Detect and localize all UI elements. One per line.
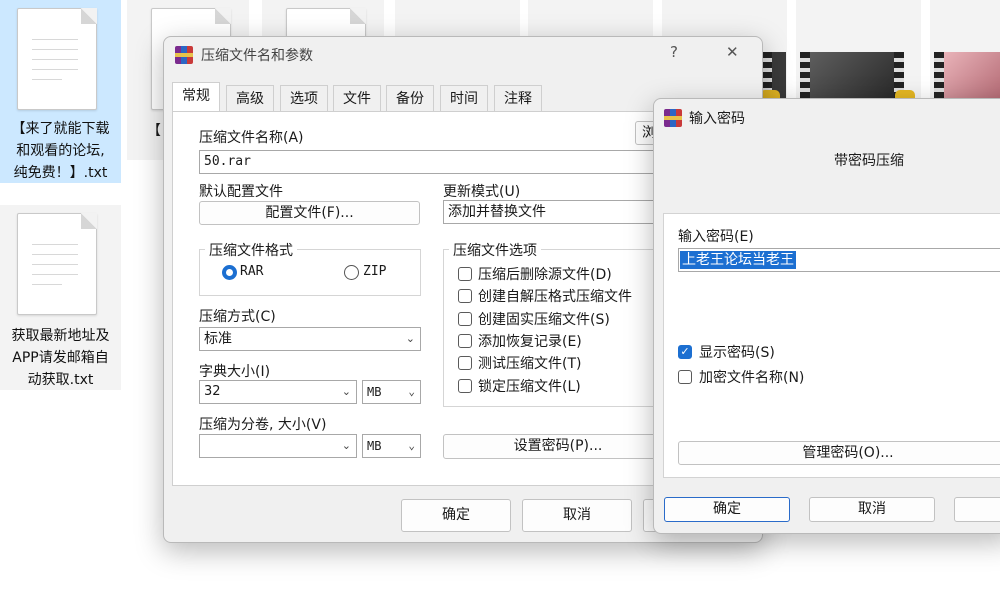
tab-backup[interactable]: 备份 (386, 85, 434, 112)
password-dialog-heading: 带密码压缩 (834, 153, 904, 169)
archive-options-title: 压缩文件选项 (449, 240, 541, 260)
chevron-down-icon: ⌄ (341, 385, 351, 398)
help-icon[interactable]: ? (670, 43, 678, 61)
video-frame (944, 52, 1000, 98)
option-checkbox[interactable] (458, 289, 472, 303)
video-thumbnail[interactable] (528, 0, 653, 40)
compression-method-select[interactable]: 标准 ⌄ (199, 327, 421, 351)
split-volumes-select[interactable]: ⌄ (199, 434, 357, 458)
tab-comment[interactable]: 注释 (494, 85, 542, 112)
text-file-icon (17, 8, 97, 110)
set-password-button[interactable]: 设置密码(P)... (443, 434, 673, 459)
ok-button[interactable]: 确定 (401, 499, 511, 532)
tab-options[interactable]: 选项 (280, 85, 328, 112)
show-password-label: 显示密码(S) (699, 345, 775, 361)
compression-method-label: 压缩方式(C) (199, 309, 276, 325)
encrypt-names-checkbox[interactable] (678, 370, 692, 384)
option-checkbox[interactable] (458, 312, 472, 326)
chevron-down-icon: ⌄ (408, 385, 415, 398)
update-mode-label: 更新模式(U) (443, 184, 521, 200)
winrar-icon (175, 46, 193, 64)
show-password-checkbox[interactable]: ✓ (678, 345, 692, 359)
update-mode-select[interactable]: 添加并替换文件 (443, 200, 668, 224)
chevron-down-icon: ⌄ (405, 332, 415, 345)
manage-passwords-button[interactable]: 管理密码(O)... (678, 441, 1000, 465)
option-checkbox[interactable] (458, 379, 472, 393)
file-label: 获取最新地址及 APP请发邮箱自 动获取.txt (11, 328, 110, 388)
compression-method-value: 标准 (204, 331, 232, 347)
dictionary-size-label: 字典大小(I) (199, 364, 271, 380)
tab-files[interactable]: 文件 (333, 85, 381, 112)
password-label: 输入密码(E) (678, 229, 754, 245)
file-label-partial: 【 (147, 123, 161, 139)
dictionary-unit-value: MB (367, 385, 382, 399)
password-selected-text: 上老王论坛当老王 (680, 251, 796, 269)
file-tile-forum-txt[interactable]: 【来了就能下载 和观看的论坛, 纯免费！】.txt (0, 0, 121, 183)
format-rar-radio[interactable] (222, 265, 237, 280)
film-strip-icon (934, 52, 944, 98)
option-label: 测试压缩文件(T) (478, 356, 582, 372)
format-zip-radio[interactable] (344, 265, 359, 280)
winrar-icon (664, 109, 682, 127)
option-checkbox[interactable] (458, 267, 472, 281)
password-ok-button[interactable]: 确定 (664, 497, 790, 522)
password-dialog-title: 输入密码 (689, 111, 745, 127)
tab-general[interactable]: 常规 (172, 82, 220, 112)
cancel-button[interactable]: 取消 (522, 499, 632, 532)
option-checkbox[interactable] (458, 334, 472, 348)
close-icon[interactable]: ✕ (726, 43, 739, 61)
dictionary-unit-select[interactable]: MB ⌄ (362, 380, 421, 404)
option-label: 压缩后删除源文件(D) (478, 267, 612, 283)
dialog-title: 压缩文件名和参数 (201, 48, 313, 64)
option-label: 添加恢复记录(E) (478, 334, 582, 350)
profile-label: 默认配置文件 (199, 184, 283, 200)
text-file-icon (17, 213, 97, 315)
password-cancel-button[interactable]: 取消 (809, 497, 935, 522)
tab-time[interactable]: 时间 (440, 85, 488, 112)
encrypt-names-label: 加密文件名称(N) (699, 370, 805, 386)
chevron-down-icon: ⌄ (408, 439, 415, 452)
chevron-down-icon: ⌄ (341, 439, 351, 452)
file-label: 【来了就能下载 和观看的论坛, 纯免费！】.txt (11, 121, 110, 181)
profiles-button[interactable]: 配置文件(F)... (199, 201, 420, 225)
split-unit-select[interactable]: MB ⌄ (362, 434, 421, 458)
option-checkbox[interactable] (458, 356, 472, 370)
film-strip-icon (800, 52, 810, 98)
option-label: 创建自解压格式压缩文件 (478, 289, 632, 305)
password-panel: 输入密码(E) 上老王论坛当老王 ✓ 显示密码(S) 加密文件名称(N) 管理密… (663, 213, 1000, 478)
archive-format-title: 压缩文件格式 (205, 240, 297, 260)
tab-advanced[interactable]: 高级 (226, 85, 274, 112)
video-frame (810, 52, 894, 98)
format-rar-label: RAR (240, 264, 264, 279)
option-label: 创建固实压缩文件(S) (478, 312, 610, 328)
archive-name-input[interactable]: 50.rar (199, 150, 669, 174)
archive-name-label: 压缩文件名称(A) (199, 130, 304, 146)
password-help-button[interactable] (954, 497, 1000, 522)
dictionary-size-value: 32 (204, 384, 221, 399)
video-thumbnail[interactable] (395, 0, 520, 40)
split-volumes-label: 压缩为分卷, 大小(V) (199, 417, 327, 433)
file-tile-app-txt[interactable]: 获取最新地址及 APP请发邮箱自 动获取.txt (0, 205, 121, 390)
dictionary-size-select[interactable]: 32 ⌄ (199, 380, 357, 404)
password-dialog: 输入密码 带密码压缩 输入密码(E) 上老王论坛当老王 ✓ 显示密码(S) 加密… (653, 98, 1000, 534)
split-unit-value: MB (367, 439, 382, 453)
format-zip-label: ZIP (363, 264, 387, 279)
option-label: 锁定压缩文件(L) (478, 379, 581, 395)
password-input[interactable]: 上老王论坛当老王 (678, 248, 1000, 272)
